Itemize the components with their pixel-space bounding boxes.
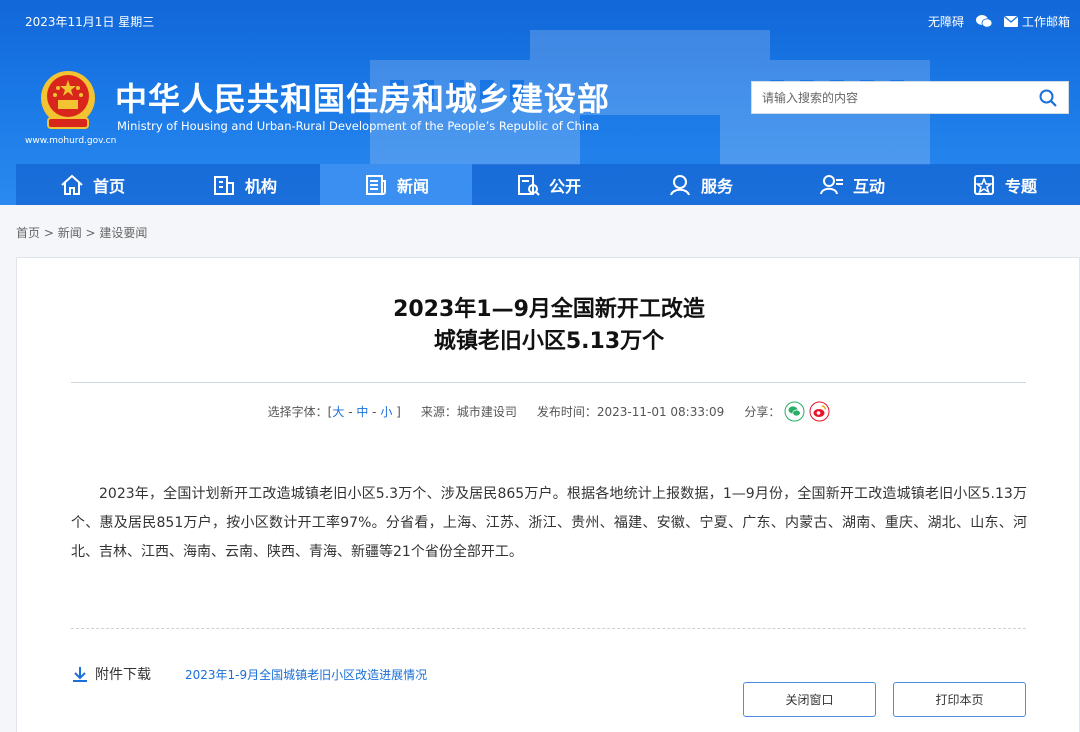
breadcrumb-current[interactable]: 建设要闻 xyxy=(99,226,147,240)
article-body: 2023年，全国计划新开工改造城镇老旧小区5.3万个、涉及居民865万户。根据各… xyxy=(71,486,1027,560)
nav-item-news[interactable]: 新闻 xyxy=(320,164,472,205)
topic-icon xyxy=(973,174,994,195)
nav-item-home[interactable]: 首页 xyxy=(16,164,168,205)
share-bar: 分享： xyxy=(744,401,830,422)
attachment-link[interactable]: 2023年1-9月全国城镇老旧小区改造进展情况 xyxy=(185,666,427,683)
attachment-section: 附件下载 xyxy=(71,664,151,684)
home-icon xyxy=(61,174,83,195)
service-icon xyxy=(670,174,690,195)
top-links: 无障碍 工作邮箱 xyxy=(928,13,1070,30)
nav-label: 公开 xyxy=(548,176,581,196)
weibo-share-icon[interactable] xyxy=(809,401,830,422)
body-divider xyxy=(71,628,1026,629)
nav-label: 专题 xyxy=(1004,176,1037,196)
site-url: www.mohurd.gov.cn xyxy=(25,136,117,146)
font-sep: - xyxy=(368,405,381,419)
font-small-link[interactable]: 小 xyxy=(380,405,392,419)
font-size-selector: 选择字体：[大 - 中 - 小 ] xyxy=(268,403,401,420)
accessibility-link[interactable]: 无障碍 xyxy=(928,13,964,30)
national-emblem-logo[interactable] xyxy=(38,70,98,132)
main-nav: 首页 机构 新闻 公开 服务 互动 专题 xyxy=(16,164,1080,205)
wechat-link[interactable] xyxy=(975,15,992,28)
wechat-icon xyxy=(975,15,992,28)
nav-label: 互动 xyxy=(852,176,885,196)
close-window-button[interactable]: 关闭窗口 xyxy=(743,682,876,717)
work-mail-link[interactable]: 工作邮箱 xyxy=(1003,13,1070,30)
wechat-share-icon[interactable] xyxy=(784,401,805,422)
work-mail-label: 工作邮箱 xyxy=(1021,15,1070,29)
site-title[interactable]: 中华人民共和国住房和城乡建设部 xyxy=(115,74,610,120)
font-size-label: 选择字体：[ xyxy=(267,405,333,419)
search-icon[interactable] xyxy=(1038,88,1058,108)
print-page-button[interactable]: 打印本页 xyxy=(893,682,1026,717)
article-meta: 选择字体：[大 - 中 - 小 ] 来源：城市建设司 发布时间：2023-11-… xyxy=(17,401,1080,422)
breadcrumb: 首页 > 新闻 > 建设要闻 xyxy=(16,224,147,241)
nav-item-service[interactable]: 服务 xyxy=(624,164,776,205)
search-box xyxy=(751,81,1069,114)
breadcrumb-sep: > xyxy=(40,226,58,240)
disclosure-icon xyxy=(517,174,540,196)
building-icon xyxy=(213,175,234,195)
font-size-close: ] xyxy=(392,405,401,419)
attachment-label: 附件下载 xyxy=(95,667,151,683)
nav-item-disclosure[interactable]: 公开 xyxy=(472,164,624,205)
breadcrumb-news[interactable]: 新闻 xyxy=(58,226,82,240)
title-divider xyxy=(71,382,1026,383)
download-icon xyxy=(73,667,87,682)
nav-label: 新闻 xyxy=(396,176,429,196)
nav-item-organization[interactable]: 机构 xyxy=(168,164,320,205)
nav-label: 机构 xyxy=(244,176,277,196)
publish-time: 发布时间：2023-11-01 08:33:09 xyxy=(536,405,725,419)
article-panel: 2023年1—9月全国新开工改造 城镇老旧小区5.13万个 选择字体：[大 - … xyxy=(16,257,1080,732)
nav-item-topic[interactable]: 专题 xyxy=(928,164,1080,205)
news-icon xyxy=(365,174,386,195)
top-bar: 2023年11月1日 星期三 无障碍 工作邮箱 xyxy=(0,0,1080,42)
nav-label: 首页 xyxy=(92,176,125,196)
current-date: 2023年11月1日 星期三 xyxy=(25,15,155,29)
font-medium-link[interactable]: 中 xyxy=(356,405,368,419)
mail-icon xyxy=(1003,16,1018,27)
font-large-link[interactable]: 大 xyxy=(332,405,344,419)
article-source: 来源：城市建设司 xyxy=(420,405,517,419)
nav-item-interaction[interactable]: 互动 xyxy=(776,164,928,205)
interaction-icon xyxy=(819,174,843,194)
breadcrumb-sep: > xyxy=(81,226,100,240)
article-title: 2023年1—9月全国新开工改造 城镇老旧小区5.13万个 xyxy=(17,294,1080,358)
article-title-line1: 2023年1—9月全国新开工改造 xyxy=(393,297,705,322)
breadcrumb-home[interactable]: 首页 xyxy=(16,226,40,240)
site-header: 2023年11月1日 星期三 无障碍 工作邮箱 www.mohurd.gov.c… xyxy=(0,0,1080,205)
article-title-line2: 城镇老旧小区5.13万个 xyxy=(433,329,665,354)
site-subtitle: Ministry of Housing and Urban-Rural Deve… xyxy=(117,119,600,133)
share-label: 分享： xyxy=(744,405,781,419)
search-input[interactable] xyxy=(762,88,1022,108)
nav-label: 服务 xyxy=(700,176,733,196)
font-sep: - xyxy=(344,405,357,419)
